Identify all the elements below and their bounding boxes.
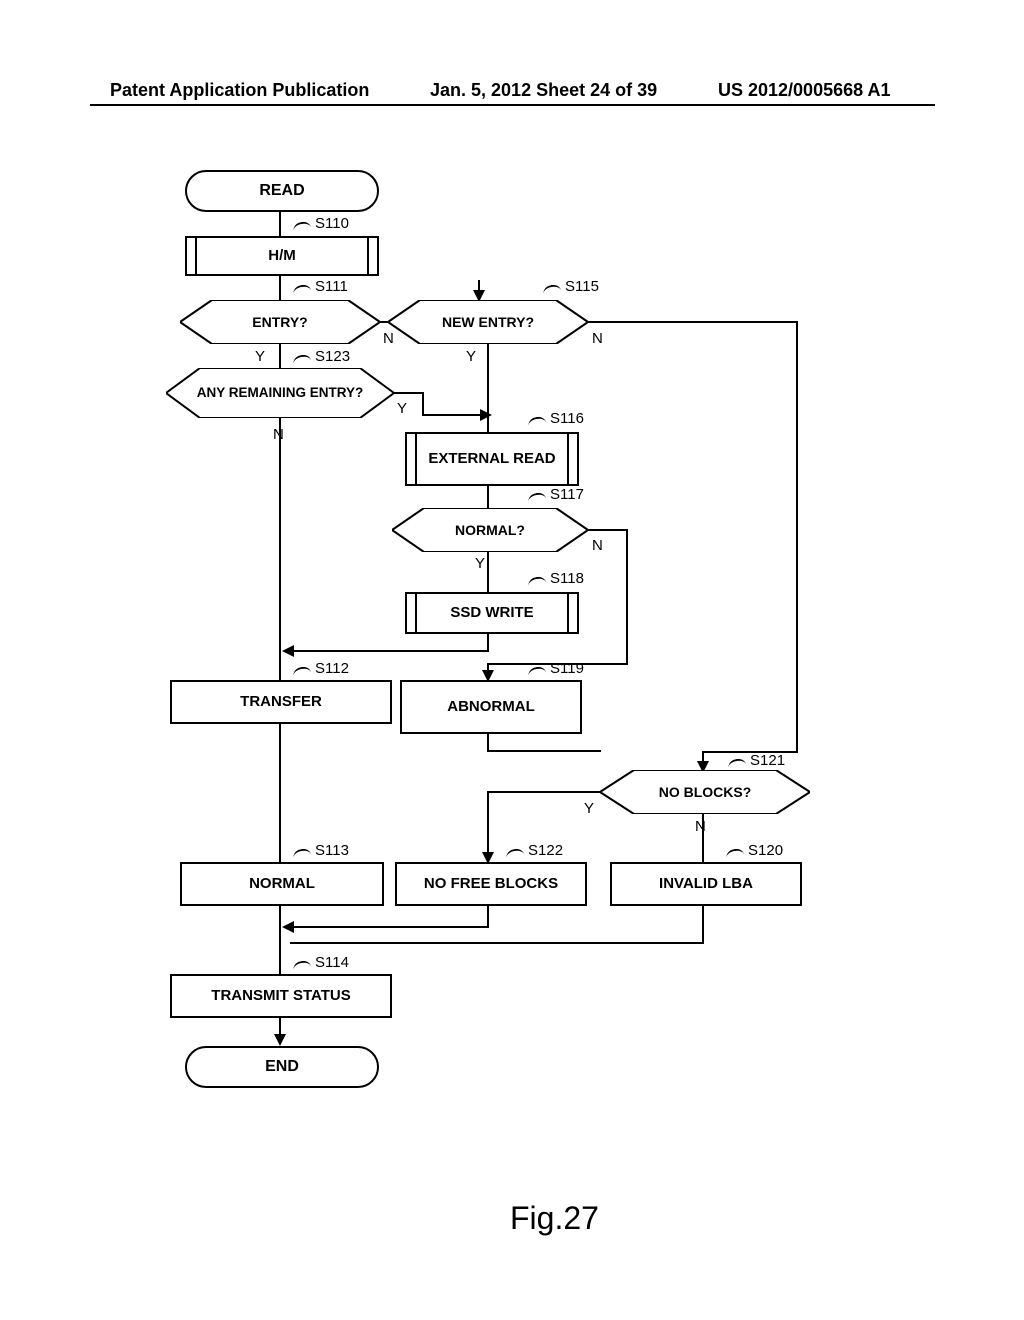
process-label: TRANSMIT STATUS [211, 988, 350, 1005]
step-id: S122 [528, 842, 563, 859]
header-rule [90, 104, 935, 106]
process-label: TRANSFER [240, 694, 322, 711]
connector [588, 529, 628, 531]
connector [487, 344, 489, 432]
step-id: S110 [315, 215, 349, 232]
step-id: S115 [565, 278, 599, 295]
branch-yes: Y [466, 348, 476, 365]
terminator-start: READ [185, 170, 379, 212]
process-label: H/M [268, 248, 296, 265]
process-normal: NORMAL [180, 862, 384, 906]
branch-yes: Y [397, 400, 407, 417]
arrowhead-icon [282, 921, 294, 933]
process-external-read: EXTERNAL READ [405, 432, 579, 486]
terminator-label: END [265, 1058, 299, 1076]
connector [626, 529, 628, 665]
process-invalid-lba: INVALID LBA [610, 862, 802, 906]
branch-yes: Y [584, 800, 594, 817]
connector [279, 344, 281, 368]
connector [279, 722, 281, 862]
process-label: SSD WRITE [450, 605, 533, 622]
decision-label: NORMAL? [455, 523, 525, 538]
connector [279, 418, 281, 680]
connector [796, 321, 798, 753]
branch-no: N [592, 537, 603, 554]
process-transmit-status: TRANSMIT STATUS [170, 974, 392, 1018]
decision-label: ENTRY? [252, 315, 307, 330]
process-no-free-blocks: NO FREE BLOCKS [395, 862, 587, 906]
decision-label: NO BLOCKS? [659, 785, 752, 800]
process-label: EXTERNAL READ [428, 451, 555, 468]
connector [290, 926, 489, 928]
decision-entry: ENTRY? [180, 300, 380, 344]
step-id: S120 [748, 842, 783, 859]
decision-normal: NORMAL? [392, 508, 588, 552]
header-center: Jan. 5, 2012 Sheet 24 of 39 [430, 80, 657, 101]
connector [487, 632, 489, 652]
step-id: S112 [315, 660, 349, 677]
connector [487, 791, 601, 793]
process-label: NORMAL [249, 876, 315, 893]
decision-no-blocks: NO BLOCKS? [600, 770, 810, 814]
connector [279, 274, 281, 300]
process-hm: H/M [185, 236, 379, 276]
connector [279, 904, 281, 974]
connector [702, 814, 704, 862]
branch-yes: Y [475, 555, 485, 572]
process-transfer: TRANSFER [170, 680, 392, 724]
terminator-label: READ [259, 182, 304, 200]
decision-label: ANY REMAINING ENTRY? [197, 386, 364, 400]
connector [394, 392, 424, 394]
step-id: S111 [315, 278, 348, 295]
arrowhead-icon [282, 645, 294, 657]
decision-new-entry: NEW ENTRY? [388, 300, 588, 344]
process-ssd-write: SSD WRITE [405, 592, 579, 634]
connector [702, 904, 704, 944]
connector [487, 732, 489, 752]
connector [279, 210, 281, 236]
process-label: ABNORMAL [447, 699, 535, 716]
step-id: S113 [315, 842, 349, 859]
step-id: S118 [550, 570, 584, 587]
terminator-end: END [185, 1046, 379, 1088]
connector [422, 392, 424, 416]
arrowhead-icon [480, 409, 492, 421]
step-id: S123 [315, 348, 350, 365]
decision-label: NEW ENTRY? [442, 315, 534, 330]
process-label: INVALID LBA [659, 876, 753, 893]
branch-no: N [695, 818, 706, 835]
arrowhead-icon [274, 1034, 286, 1046]
step-id: S116 [550, 410, 584, 427]
header-right: US 2012/0005668 A1 [718, 80, 890, 101]
connector [588, 321, 798, 323]
flowchart: READ S110 H/M S111 ENTRY? Y N S115 NEW E… [130, 170, 900, 1230]
branch-no: N [592, 330, 603, 347]
step-id: S119 [550, 660, 584, 677]
figure-caption: Fig.27 [510, 1200, 599, 1237]
connector [487, 552, 489, 592]
process-abnormal: ABNORMAL [400, 680, 582, 734]
connector [289, 650, 489, 652]
header-left: Patent Application Publication [110, 80, 369, 101]
step-id: S114 [315, 954, 349, 971]
connector [487, 750, 601, 752]
decision-remaining-entry: ANY REMAINING ENTRY? [166, 368, 394, 418]
connector [487, 484, 489, 508]
branch-yes: Y [255, 348, 265, 365]
connector [290, 942, 704, 944]
step-id: S117 [550, 486, 584, 503]
connector [487, 904, 489, 928]
process-label: NO FREE BLOCKS [424, 876, 558, 893]
step-id: S121 [750, 752, 785, 769]
